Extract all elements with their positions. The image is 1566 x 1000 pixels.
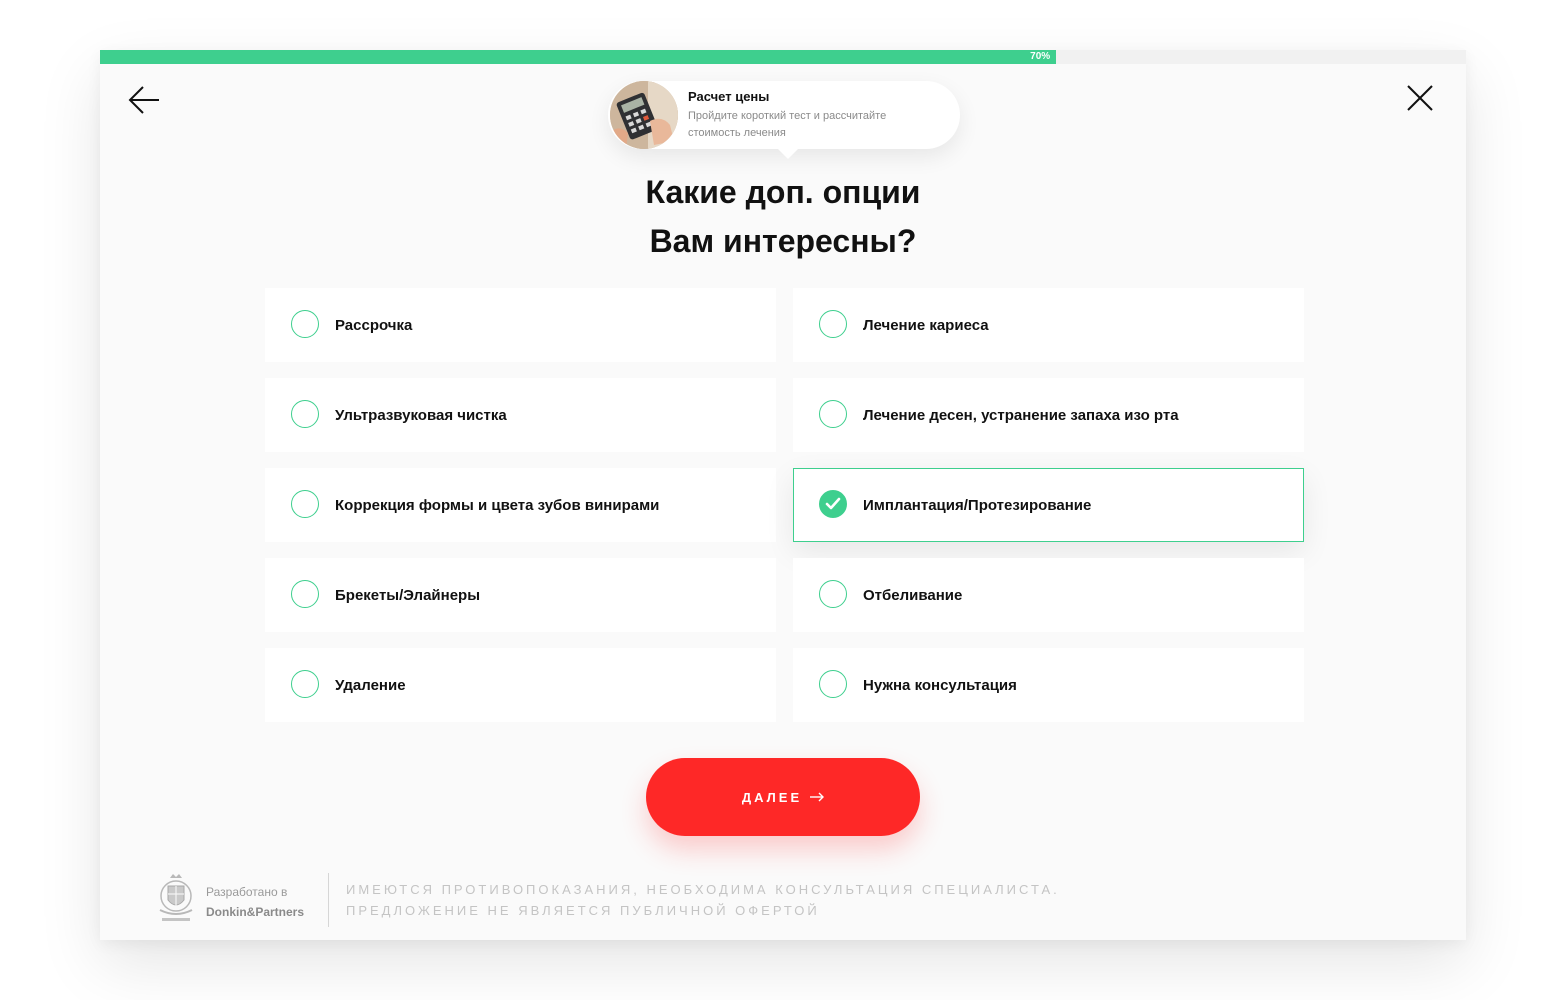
radio-icon — [291, 490, 319, 518]
radio-icon — [291, 670, 319, 698]
developer-prefix: Разработано в — [206, 885, 288, 899]
close-icon — [1407, 85, 1433, 111]
option-gum-treatment[interactable]: Лечение десен, устранение запаха изо рта — [793, 378, 1304, 452]
intro-subtitle: Пройдите короткий тест и рассчитайте сто… — [688, 110, 887, 139]
option-label: Ультразвуковая чистка — [335, 407, 507, 424]
bubble-tail — [776, 147, 800, 159]
radio-icon — [819, 580, 847, 608]
radio-icon — [291, 580, 319, 608]
disclaimer-line-1: ИМЕЮТСЯ ПРОТИВОПОКАЗАНИЯ, НЕОБХОДИМА КОН… — [346, 882, 1060, 897]
quiz-card: 70% Расчет цены Пройдите короткий тест и… — [100, 50, 1466, 940]
option-extraction[interactable]: Удаление — [265, 648, 776, 722]
checkmark-icon — [819, 490, 847, 518]
option-label: Удаление — [335, 677, 406, 694]
radio-icon — [819, 310, 847, 338]
radio-icon — [819, 670, 847, 698]
arrow-right-icon — [810, 792, 825, 802]
question-heading: Какие доп. опции Вам интересны? — [100, 168, 1466, 266]
disclaimer: ИМЕЮТСЯ ПРОТИВОПОКАЗАНИЯ, НЕОБХОДИМА КОН… — [346, 879, 1060, 921]
next-button-label: ДАЛЕЕ — [741, 789, 803, 805]
option-ultrasonic-cleaning[interactable]: Ультразвуковая чистка — [265, 378, 776, 452]
option-label: Брекеты/Элайнеры — [335, 587, 481, 604]
radio-icon — [819, 400, 847, 428]
progress-fill: 70% — [100, 50, 1057, 64]
disclaimer-line-2: ПРЕДЛОЖЕНИЕ НЕ ЯВЛЯЕТСЯ ПУБЛИЧНОЙ ОФЕРТО… — [346, 903, 820, 918]
back-button[interactable] — [124, 80, 164, 120]
intro-title: Расчет цены — [688, 89, 770, 104]
option-label: Нужна консультация — [863, 677, 1017, 694]
option-label: Лечение десен, устранение запаха изо рта — [863, 407, 1179, 424]
next-button[interactable]: ДАЛЕЕ — [646, 758, 920, 836]
option-veneers[interactable]: Коррекция формы и цвета зубов винирами — [265, 468, 776, 542]
option-installment[interactable]: Рассрочка — [265, 288, 776, 362]
options-grid: Рассрочка Лечение кариеса Ультразвуковая… — [265, 288, 1304, 722]
developer-credit: Разработано в Donkin&Partners — [206, 882, 304, 922]
developer-crest-logo — [156, 872, 196, 928]
option-braces[interactable]: Брекеты/Элайнеры — [265, 558, 776, 632]
option-label: Лечение кариеса — [863, 317, 989, 334]
option-whitening[interactable]: Отбеливание — [793, 558, 1304, 632]
option-label: Отбеливание — [863, 587, 963, 604]
option-label: Рассрочка — [335, 317, 413, 334]
option-caries-treatment[interactable]: Лечение кариеса — [793, 288, 1304, 362]
progress-label: 70% — [1030, 51, 1051, 62]
radio-icon — [291, 400, 319, 428]
radio-icon — [291, 310, 319, 338]
option-implantation[interactable]: Имплантация/Протезирование — [793, 468, 1304, 542]
arrow-left-icon — [128, 86, 159, 114]
question-line-1: Какие доп. опции — [645, 174, 921, 210]
question-line-2: Вам интересны? — [649, 223, 917, 259]
close-button[interactable] — [1400, 78, 1440, 118]
developer-name[interactable]: Donkin&Partners — [206, 902, 304, 922]
progress-bar: 70% — [100, 50, 1466, 64]
option-consultation[interactable]: Нужна консультация — [793, 648, 1304, 722]
option-label: Имплантация/Протезирование — [863, 497, 1092, 514]
footer-divider — [328, 873, 329, 927]
option-label: Коррекция формы и цвета зубов винирами — [335, 497, 660, 514]
intro-bubble: Расчет цены Пройдите короткий тест и рас… — [608, 81, 960, 159]
calculator-avatar — [610, 81, 678, 149]
calculator-icon — [610, 81, 678, 149]
